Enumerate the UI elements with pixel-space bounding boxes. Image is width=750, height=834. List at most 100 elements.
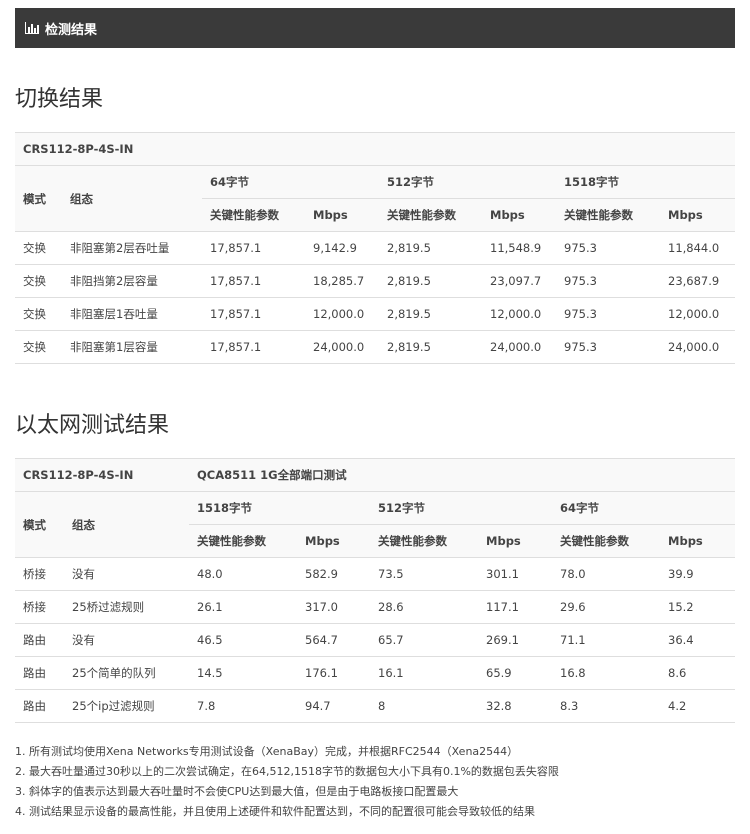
- ethernet-results-table: CRS112-8P-4S-IN QCA8511 1G全部端口测试 模式 组态 1…: [15, 458, 736, 723]
- table-row: 路由 没有 46.5 564.7 65.7 269.1 71.1 36.4: [15, 623, 736, 657]
- sub-header-kpi: 关键性能参数: [189, 524, 298, 558]
- cell-value: 17,857.1: [202, 297, 305, 331]
- cell-config: 非阻挡第2层容量: [62, 264, 202, 298]
- cell-value: 12,000.0: [482, 297, 556, 331]
- group-header: 1518字节: [556, 165, 736, 199]
- footnote: 1. 所有测试均使用Xena Networks专用测试设备（XenaBay）完成…: [15, 745, 519, 758]
- page: 检测结果 切换结果 CRS112-8P-4S-IN 模式 组态 64字节 512…: [0, 0, 750, 834]
- cell-value: 26.1: [189, 590, 298, 624]
- col-mode-header: 模式: [15, 165, 62, 232]
- table-model-row: CRS112-8P-4S-IN: [15, 132, 736, 166]
- cell-value: 23,097.7: [482, 264, 556, 298]
- cell-value: 73.5: [370, 557, 479, 591]
- cell-config: 25个ip过滤规则: [64, 689, 190, 723]
- cell-value: 65.7: [370, 623, 479, 657]
- cell-value: 8.3: [552, 689, 661, 723]
- cell-mode: 交换: [15, 264, 62, 298]
- cell-value: 17,857.1: [202, 264, 305, 298]
- sub-header-mbps: Mbps: [660, 524, 736, 558]
- group-header: 512字节: [379, 165, 556, 199]
- ethernet-section-title: 以太网测试结果: [15, 413, 170, 438]
- cell-value: 24,000.0: [482, 330, 556, 364]
- test-name: QCA8511 1G全部端口测试: [189, 458, 736, 492]
- cell-config: 没有: [64, 623, 190, 657]
- table-row: 桥接 25桥过滤规则 26.1 317.0 28.6 117.1 29.6 15…: [15, 590, 736, 624]
- cell-value: 2,819.5: [379, 330, 482, 364]
- group-header: 512字节: [370, 491, 553, 525]
- cell-value: 18,285.7: [305, 264, 379, 298]
- sub-header-kpi: 关键性能参数: [556, 198, 660, 232]
- table-model-row: CRS112-8P-4S-IN QCA8511 1G全部端口测试: [15, 458, 736, 492]
- cell-value: 29.6: [552, 590, 661, 624]
- cell-value: 46.5: [189, 623, 298, 657]
- cell-value: 78.0: [552, 557, 661, 591]
- cell-value: 975.3: [556, 264, 660, 298]
- cell-value: 582.9: [297, 557, 371, 591]
- cell-value: 23,687.9: [660, 264, 736, 298]
- cell-config: 非阻塞层1吞吐量: [62, 297, 202, 331]
- cell-value: 24,000.0: [660, 330, 736, 364]
- col-config-header: 组态: [64, 491, 190, 558]
- cell-value: 17,857.1: [202, 330, 305, 364]
- group-header: 64字节: [202, 165, 379, 199]
- cell-value: 301.1: [478, 557, 553, 591]
- cell-value: 12,000.0: [660, 297, 736, 331]
- cell-value: 32.8: [478, 689, 553, 723]
- table-group-header-row: 模式 组态 1518字节 512字节 64字节: [15, 491, 736, 558]
- cell-value: 8: [370, 689, 479, 723]
- cell-value: 28.6: [370, 590, 479, 624]
- table-group-header-row: 模式 组态 64字节 512字节 1518字节: [15, 165, 736, 232]
- bar-chart-icon: [25, 22, 39, 34]
- table-row: 路由 25个简单的队列 14.5 176.1 16.1 65.9 16.8 8.…: [15, 656, 736, 690]
- sub-header-mbps: Mbps: [305, 198, 379, 232]
- model-name: CRS112-8P-4S-IN: [15, 458, 190, 492]
- cell-value: 15.2: [660, 590, 736, 624]
- sub-header-kpi: 关键性能参数: [379, 198, 482, 232]
- cell-mode: 交换: [15, 330, 62, 364]
- cell-mode: 桥接: [15, 557, 64, 591]
- sub-header-mbps: Mbps: [297, 524, 371, 558]
- col-config-header: 组态: [62, 165, 202, 232]
- cell-mode: 路由: [15, 689, 64, 723]
- cell-value: 14.5: [189, 656, 298, 690]
- sub-header-mbps: Mbps: [482, 198, 556, 232]
- cell-mode: 桥接: [15, 590, 64, 624]
- footnote: 2. 最大吞吐量通过30秒以上的二次尝试确定，在64,512,1518字节的数据…: [15, 765, 559, 778]
- table-row: 交换 非阻挡第2层容量 17,857.1 18,285.7 2,819.5 23…: [15, 264, 736, 298]
- cell-value: 11,548.9: [482, 231, 556, 265]
- col-mode-header: 模式: [15, 491, 64, 558]
- table-row: 交换 非阻塞第2层吞吐量 17,857.1 9,142.9 2,819.5 11…: [15, 231, 736, 265]
- sub-header-mbps: Mbps: [660, 198, 736, 232]
- table-row: 交换 非阻塞层1吞吐量 17,857.1 12,000.0 2,819.5 12…: [15, 297, 736, 331]
- group-header: 1518字节: [189, 491, 371, 525]
- cell-mode: 交换: [15, 231, 62, 265]
- table-row: 桥接 没有 48.0 582.9 73.5 301.1 78.0 39.9: [15, 557, 736, 591]
- cell-value: 176.1: [297, 656, 371, 690]
- cell-value: 16.8: [552, 656, 661, 690]
- cell-value: 2,819.5: [379, 297, 482, 331]
- cell-mode: 交换: [15, 297, 62, 331]
- sub-header-kpi: 关键性能参数: [552, 524, 661, 558]
- cell-mode: 路由: [15, 656, 64, 690]
- cell-value: 36.4: [660, 623, 736, 657]
- cell-mode: 路由: [15, 623, 64, 657]
- cell-value: 8.6: [660, 656, 736, 690]
- cell-value: 975.3: [556, 330, 660, 364]
- cell-value: 2,819.5: [379, 264, 482, 298]
- model-name: CRS112-8P-4S-IN: [15, 132, 736, 166]
- cell-value: 4.2: [660, 689, 736, 723]
- cell-value: 39.9: [660, 557, 736, 591]
- sub-header-kpi: 关键性能参数: [202, 198, 305, 232]
- cell-value: 11,844.0: [660, 231, 736, 265]
- cell-config: 25桥过滤规则: [64, 590, 190, 624]
- results-header-bar: 检测结果: [15, 8, 735, 48]
- cell-value: 94.7: [297, 689, 371, 723]
- cell-value: 17,857.1: [202, 231, 305, 265]
- cell-value: 12,000.0: [305, 297, 379, 331]
- cell-value: 16.1: [370, 656, 479, 690]
- cell-value: 2,819.5: [379, 231, 482, 265]
- cell-config: 没有: [64, 557, 190, 591]
- cell-value: 48.0: [189, 557, 298, 591]
- cell-value: 975.3: [556, 231, 660, 265]
- footnotes: 1. 所有测试均使用Xena Networks专用测试设备（XenaBay）完成…: [15, 742, 735, 822]
